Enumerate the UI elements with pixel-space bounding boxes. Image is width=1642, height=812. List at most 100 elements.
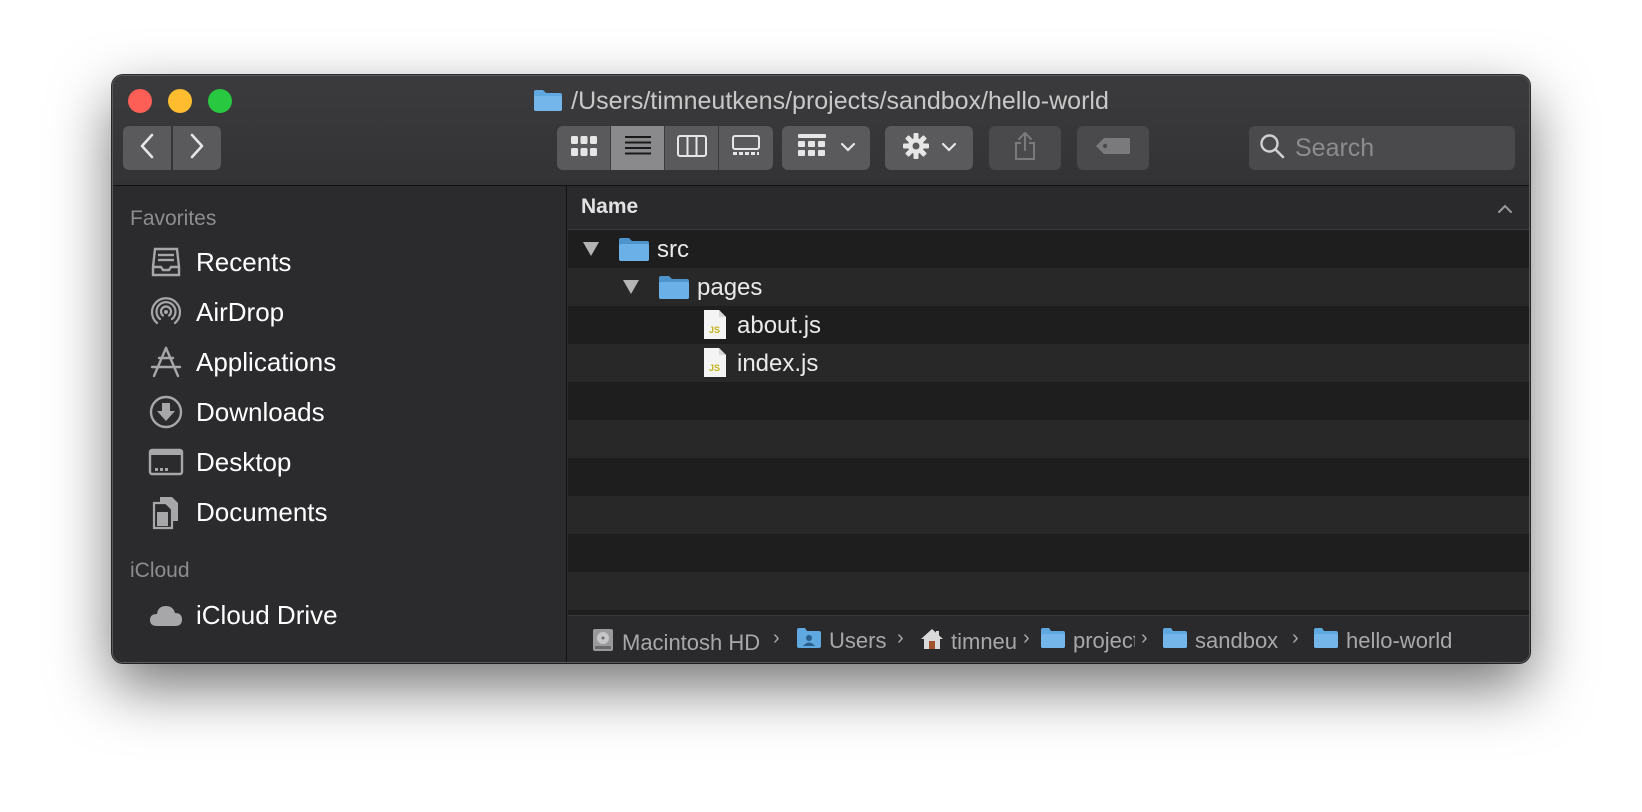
file-name: about.js bbox=[737, 312, 822, 339]
chevron-right-icon bbox=[189, 133, 205, 164]
sidebar-item-icloud-drive[interactable]: iCloud Drive bbox=[147, 592, 338, 638]
gallery-view-icon bbox=[731, 134, 761, 162]
folder-icon bbox=[533, 87, 563, 121]
tag-button[interactable] bbox=[1077, 126, 1149, 170]
empty-row bbox=[568, 534, 1529, 572]
forward-button[interactable] bbox=[173, 126, 221, 170]
folder-icon bbox=[1162, 627, 1188, 655]
column-header[interactable]: Name bbox=[568, 186, 1529, 230]
sidebar-item-downloads[interactable]: Downloads bbox=[147, 389, 325, 435]
file-rows: src pages JS about.js JS index.js bbox=[568, 230, 1529, 610]
crumb-label: Macintosh HD bbox=[622, 630, 761, 655]
hard-drive-icon bbox=[591, 627, 615, 659]
svg-text:JS: JS bbox=[709, 363, 720, 373]
search-input[interactable] bbox=[1295, 133, 1495, 163]
path-crumb-users[interactable]: Users bbox=[796, 627, 886, 655]
share-button[interactable] bbox=[989, 126, 1061, 170]
tag-icon bbox=[1095, 137, 1131, 160]
path-separator: › bbox=[1292, 627, 1299, 649]
svg-text:JS: JS bbox=[709, 325, 720, 335]
finder-window: /Users/timneutkens/projects/sandbox/hell… bbox=[112, 75, 1530, 663]
empty-row bbox=[568, 458, 1529, 496]
path-crumb-projects[interactable]: projects bbox=[1040, 627, 1135, 655]
recents-icon bbox=[147, 243, 185, 281]
js-file-icon: JS bbox=[703, 309, 727, 345]
crumb-label: hello-world bbox=[1346, 628, 1453, 653]
sidebar-section-favorites: Favorites bbox=[130, 207, 217, 230]
path-crumb-home[interactable]: timneutkens bbox=[920, 627, 1017, 657]
folder-icon bbox=[1313, 627, 1339, 655]
column-view-icon bbox=[676, 134, 707, 162]
gear-icon bbox=[902, 132, 930, 165]
path-crumb-macintosh-hd[interactable]: Macintosh HD bbox=[591, 627, 760, 659]
sidebar-item-recents[interactable]: Recents bbox=[147, 239, 291, 285]
folder-icon bbox=[1040, 627, 1066, 655]
table-row[interactable]: src bbox=[568, 230, 1529, 268]
chevron-left-icon bbox=[139, 133, 155, 164]
path-separator: › bbox=[897, 627, 904, 649]
gallery-view-button[interactable] bbox=[719, 126, 773, 170]
sidebar-item-label: Downloads bbox=[196, 396, 325, 427]
back-button[interactable] bbox=[123, 126, 171, 170]
empty-row bbox=[568, 382, 1529, 420]
path-separator: › bbox=[1023, 627, 1030, 649]
window-title-text: /Users/timneutkens/projects/sandbox/hell… bbox=[571, 87, 1109, 115]
list-view-button[interactable] bbox=[611, 126, 665, 170]
home-icon bbox=[920, 627, 944, 657]
icon-view-icon bbox=[570, 135, 598, 162]
crumb-label: projects bbox=[1073, 628, 1135, 653]
sidebar-section-icloud: iCloud bbox=[130, 559, 190, 582]
search-field[interactable] bbox=[1249, 126, 1515, 170]
sidebar-item-desktop[interactable]: Desktop bbox=[147, 439, 291, 485]
empty-row bbox=[568, 420, 1529, 458]
file-name: src bbox=[657, 236, 689, 263]
path-separator: › bbox=[1141, 627, 1148, 649]
crumb-label: sandbox bbox=[1195, 628, 1279, 653]
sidebar-item-airdrop[interactable]: AirDrop bbox=[147, 289, 284, 335]
column-view-button[interactable] bbox=[665, 126, 719, 170]
icon-view-button[interactable] bbox=[557, 126, 611, 170]
downloads-icon bbox=[147, 393, 185, 431]
table-row[interactable]: JS index.js bbox=[568, 344, 1529, 382]
path-crumb-hello-world[interactable]: hello-world bbox=[1313, 627, 1452, 655]
users-folder-icon bbox=[796, 627, 822, 655]
cloud-icon bbox=[147, 596, 185, 634]
group-icon bbox=[797, 133, 827, 164]
group-by-button[interactable] bbox=[782, 126, 870, 170]
path-crumb-sandbox[interactable]: sandbox bbox=[1162, 627, 1278, 655]
js-file-icon: JS bbox=[703, 347, 727, 383]
sidebar-item-documents[interactable]: Documents bbox=[147, 489, 328, 535]
sort-ascending-icon bbox=[1497, 201, 1513, 219]
crumb-label: timneutkens bbox=[951, 629, 1017, 654]
airdrop-icon bbox=[147, 293, 185, 331]
column-header-name: Name bbox=[581, 195, 639, 218]
sidebar-item-label: iCloud Drive bbox=[196, 599, 338, 630]
sidebar-item-label: AirDrop bbox=[196, 296, 285, 327]
table-row[interactable]: pages bbox=[568, 268, 1529, 306]
path-separator: › bbox=[773, 627, 780, 649]
documents-icon bbox=[147, 493, 185, 531]
sidebar: Favorites Recents AirDrop Applications D… bbox=[113, 186, 567, 662]
sidebar-item-applications[interactable]: Applications bbox=[147, 339, 336, 385]
chevron-down-icon bbox=[941, 139, 957, 157]
sidebar-item-label: Recents bbox=[196, 246, 292, 277]
sidebar-item-label: Applications bbox=[196, 346, 337, 377]
crumb-label: Users bbox=[829, 628, 887, 653]
file-list: Name src pages JS about.js JS index.js M… bbox=[568, 186, 1529, 662]
disclosure-triangle-icon[interactable] bbox=[623, 280, 639, 294]
chevron-down-icon bbox=[840, 139, 856, 157]
disclosure-triangle-icon[interactable] bbox=[583, 242, 599, 256]
applications-icon bbox=[147, 343, 185, 381]
window-title: /Users/timneutkens/projects/sandbox/hell… bbox=[113, 84, 1529, 121]
path-bar: Macintosh HD › Users › timneutkens › pro… bbox=[568, 615, 1529, 662]
folder-icon bbox=[658, 274, 690, 305]
file-name: index.js bbox=[737, 350, 819, 377]
share-icon bbox=[1013, 131, 1037, 166]
folder-icon bbox=[618, 236, 650, 267]
file-name: pages bbox=[697, 274, 763, 301]
table-row[interactable]: JS about.js bbox=[568, 306, 1529, 344]
action-button[interactable] bbox=[885, 126, 973, 170]
title-bar: /Users/timneutkens/projects/sandbox/hell… bbox=[113, 76, 1529, 186]
empty-row bbox=[568, 572, 1529, 610]
sidebar-item-label: Desktop bbox=[196, 446, 292, 477]
